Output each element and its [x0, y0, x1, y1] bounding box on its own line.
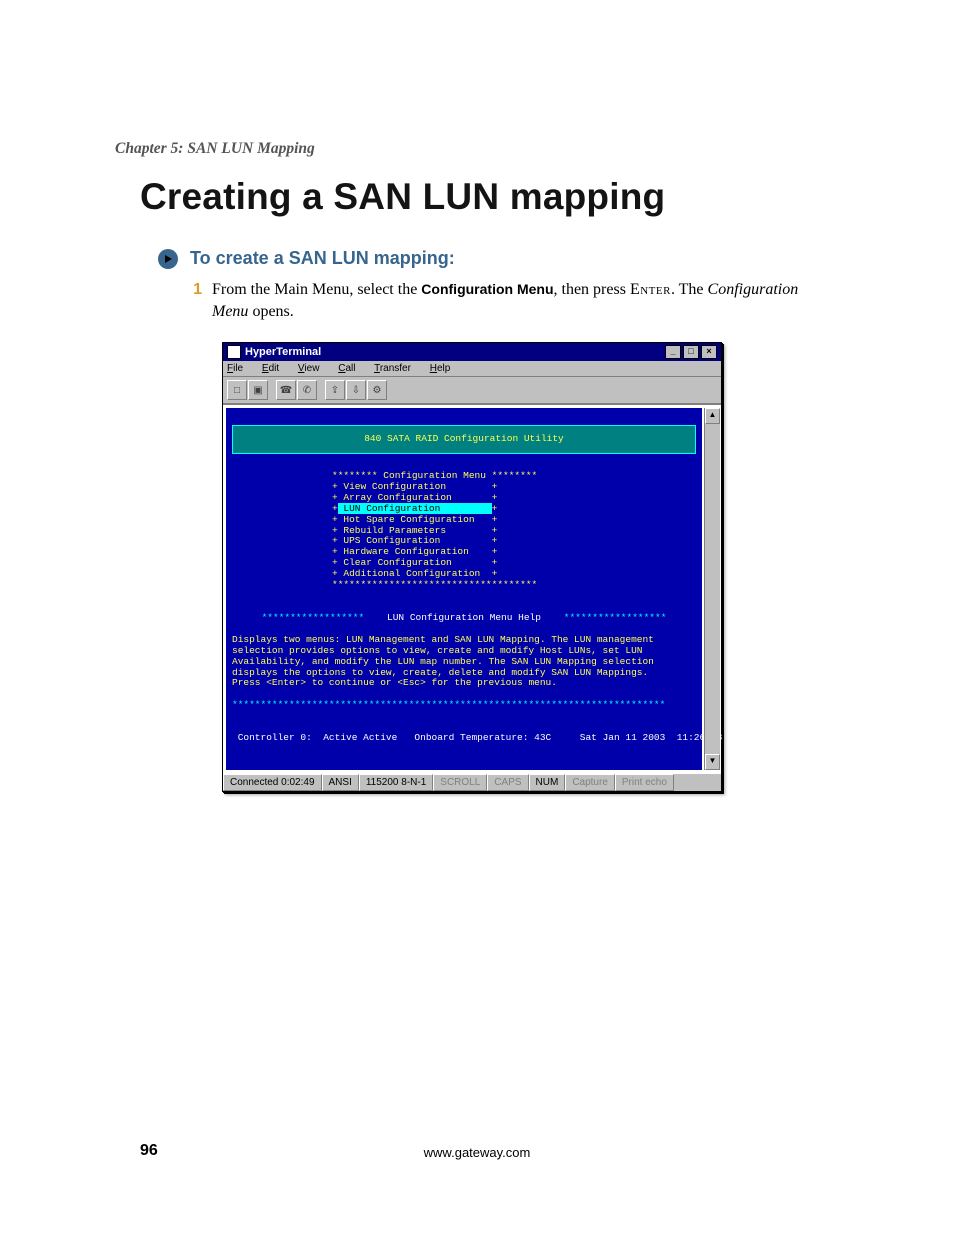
step-fragment: . The: [671, 281, 708, 298]
status-capture: Capture: [565, 774, 615, 791]
scroll-down-icon[interactable]: ▼: [705, 754, 720, 770]
call-icon[interactable]: ✆: [297, 380, 317, 400]
help-body: Displays two menus: LUN Management and S…: [232, 635, 696, 690]
scrollbar[interactable]: ▲ ▼: [704, 408, 720, 770]
maximize-button[interactable]: □: [683, 345, 699, 359]
statusbar: Connected 0:02:49 ANSI 115200 8-N-1 SCRO…: [223, 773, 721, 791]
howto-label: To create a SAN LUN mapping:: [190, 248, 455, 269]
minimize-button[interactable]: _: [665, 345, 681, 359]
menu-call[interactable]: Call: [338, 363, 363, 374]
scroll-up-icon[interactable]: ▲: [705, 408, 720, 424]
help-bottom-rule: ****************************************…: [232, 700, 696, 711]
step-fragment: From the Main Menu, select the: [212, 281, 421, 298]
menu-file[interactable]: File: [227, 363, 251, 374]
status-connected: Connected 0:02:49: [223, 774, 322, 791]
close-button[interactable]: ×: [701, 345, 717, 359]
window-title: HyperTerminal: [245, 346, 321, 358]
screenshot: HyperTerminal _ □ × File Edit View Call …: [222, 342, 722, 792]
menu-name: Configuration Menu: [421, 281, 553, 297]
config-menu: ******** Configuration Menu ******** + V…: [232, 471, 696, 591]
terminal: 840 SATA RAID Configuration Utility ****…: [226, 408, 702, 770]
send-icon[interactable]: ⇪: [325, 380, 345, 400]
status-emulation: ANSI: [322, 774, 359, 791]
menubar: File Edit View Call Transfer Help: [223, 361, 721, 377]
terminal-status-line: Controller 0: Active Active Onboard Temp…: [232, 733, 696, 744]
step-number: 1: [190, 279, 202, 322]
step-text: From the Main Menu, select the Configura…: [212, 279, 800, 322]
step-fragment: opens.: [248, 303, 293, 320]
window-titlebar: HyperTerminal _ □ ×: [223, 343, 721, 361]
app-icon: [227, 345, 241, 359]
status-num: NUM: [529, 774, 566, 791]
menu-transfer[interactable]: Transfer: [374, 363, 419, 374]
util-header: 840 SATA RAID Configuration Utility: [232, 425, 696, 454]
step-fragment: , then press: [554, 281, 630, 298]
status-printecho: Print echo: [615, 774, 674, 791]
status-caps: CAPS: [487, 774, 528, 791]
toolbar: □▣ ☎✆ ⇪⇩⚙: [223, 377, 721, 404]
menu-edit[interactable]: Edit: [262, 363, 287, 374]
help-title-line: ****************** LUN Configuration Men…: [232, 613, 696, 624]
chapter-header: Chapter 5: SAN LUN Mapping: [115, 140, 864, 158]
play-icon: [158, 249, 178, 269]
properties-icon[interactable]: ⚙: [367, 380, 387, 400]
receive-icon[interactable]: ⇩: [346, 380, 366, 400]
new-icon[interactable]: □: [227, 380, 247, 400]
step-1: 1 From the Main Menu, select the Configu…: [190, 279, 800, 322]
open-icon[interactable]: ▣: [248, 380, 268, 400]
howto-heading: To create a SAN LUN mapping:: [158, 248, 864, 269]
footer-url: www.gateway.com: [0, 1145, 954, 1160]
terminal-frame: ▲ ▼ 840 SATA RAID Configuration Utility …: [223, 404, 721, 773]
status-port: 115200 8-N-1: [359, 774, 433, 791]
status-scroll: SCROLL: [433, 774, 487, 791]
page-title: Creating a SAN LUN mapping: [140, 176, 864, 218]
key-name: Enter: [630, 281, 671, 298]
menu-view[interactable]: View: [298, 363, 328, 374]
hangup-icon[interactable]: ☎: [276, 380, 296, 400]
menu-help[interactable]: Help: [430, 363, 459, 374]
